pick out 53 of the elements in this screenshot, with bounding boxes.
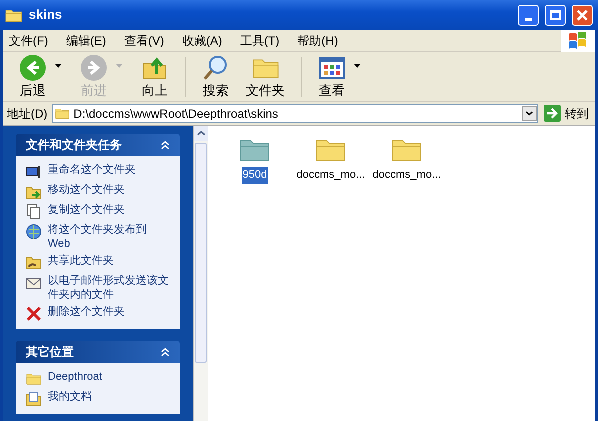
panel-header[interactable]: 文件和文件夹任务 (16, 134, 180, 156)
windows-logo-icon (561, 30, 595, 52)
menu-item[interactable]: 工具(T) (234, 32, 286, 50)
task-link[interactable]: 共享此文件夹 (48, 254, 114, 268)
menu-item[interactable]: 文件(F) (3, 32, 54, 50)
search-icon (202, 54, 230, 82)
folder-icon (26, 371, 42, 387)
address-field[interactable]: D:\doccms\wwwRoot\Deepthroat\skins (52, 104, 538, 123)
file-name[interactable]: doccms_mo... (296, 167, 366, 184)
task-link[interactable]: 重命名这个文件夹 (48, 163, 136, 177)
task-link[interactable]: 移动这个文件夹 (48, 183, 125, 197)
task-link[interactable]: 将这个文件夹发布到 Web (48, 223, 170, 251)
maximize-button[interactable] (545, 4, 566, 26)
menu-item[interactable]: 帮助(H) (292, 32, 344, 50)
panel-title: 其它位置 (26, 344, 75, 361)
delete-x-icon (26, 306, 42, 322)
dropdown-caret-icon[interactable] (55, 64, 62, 68)
menu-item[interactable]: 查看(V) (118, 32, 170, 50)
address-label: 地址(D) (7, 106, 48, 122)
minimize-button[interactable] (518, 4, 539, 26)
menu-item[interactable]: 编辑(E) (60, 32, 112, 50)
up-button[interactable]: 向上 (133, 54, 177, 100)
task-link[interactable]: Deepthroat (48, 370, 102, 384)
go-button[interactable]: 转到 (542, 104, 591, 122)
task-link[interactable]: 复制这个文件夹 (48, 203, 125, 217)
close-button[interactable] (572, 4, 593, 26)
menu-item[interactable]: 收藏(A) (176, 32, 228, 50)
task-link[interactable]: 删除这个文件夹 (48, 305, 125, 319)
dropdown-caret-icon[interactable] (354, 64, 361, 68)
panel-title: 文件和文件夹任务 (26, 137, 123, 154)
task-link[interactable]: 我的文档 (48, 390, 92, 404)
go-arrow-icon (544, 105, 561, 122)
scrollbar[interactable] (193, 126, 208, 421)
folders-button[interactable]: 文件夹 (238, 54, 293, 100)
window-title: skins (29, 6, 64, 24)
rename-icon (26, 164, 42, 180)
copy-icon (26, 204, 42, 220)
globe-icon (26, 224, 42, 240)
collapse-chevron-icon[interactable] (161, 140, 170, 150)
folder-icon (54, 107, 70, 120)
file-name[interactable]: doccms_mo... (372, 167, 442, 184)
close-icon (577, 10, 588, 20)
folder-icon (5, 8, 23, 22)
back-button[interactable]: 后退 (11, 54, 55, 100)
documents-folder-icon (26, 391, 42, 407)
panel-header[interactable]: 其它位置 (16, 341, 180, 363)
file-name[interactable]: 950d (242, 167, 268, 184)
task-link[interactable]: 以电子邮件形式发送该文件夹内的文件 (48, 274, 170, 302)
views-button[interactable]: 查看 (310, 54, 354, 100)
scroll-thumb[interactable] (195, 143, 207, 363)
collapse-chevron-icon[interactable] (161, 348, 170, 356)
search-button[interactable]: 搜索 (194, 54, 238, 100)
shared-folder-icon (26, 255, 42, 271)
